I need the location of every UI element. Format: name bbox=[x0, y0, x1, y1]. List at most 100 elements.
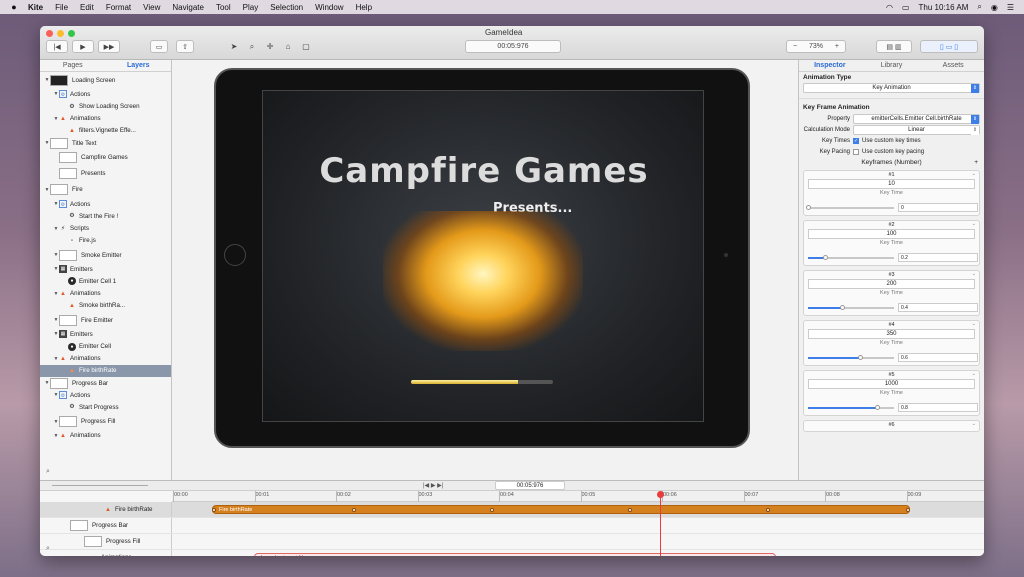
rewind-button[interactable]: |◀ bbox=[46, 40, 68, 53]
zoom-tool-icon[interactable]: ⌕ bbox=[246, 40, 258, 53]
layout-toggle[interactable]: ▤ ▥ bbox=[876, 40, 912, 53]
time-ruler[interactable]: 00:00 00:01 00:02 00:03 00:04 00:05 00:06 00:07… bbox=[172, 491, 984, 502]
campfire-games-text[interactable]: Campfire Games bbox=[263, 151, 705, 191]
forward-button[interactable]: ▶▶ bbox=[98, 40, 120, 53]
keyframe-box[interactable]: #4 ⌄ 350 Key Time 0.6 bbox=[803, 320, 980, 366]
timeline-row[interactable]: Progress Bar bbox=[40, 518, 984, 534]
layer-row[interactable]: ▼ ▲ Animations bbox=[40, 288, 171, 300]
keyframe-box[interactable]: #6 ⌄ bbox=[803, 420, 980, 432]
animation-type-select[interactable]: Key Animation ⇕ bbox=[803, 83, 980, 93]
keyframe-box[interactable]: #3 ⌄ 200 Key Time 0.4 bbox=[803, 270, 980, 316]
timeline-search-icon[interactable]: ⌕ bbox=[46, 545, 50, 553]
spotlight-icon[interactable]: ⌕ bbox=[977, 2, 981, 12]
layer-row[interactable]: ▼ ▲ Animations bbox=[40, 113, 171, 125]
ipad-screen[interactable]: Campfire Games Presents... bbox=[262, 90, 704, 422]
layer-row[interactable]: ▫ Fire.js bbox=[40, 235, 171, 247]
layer-row[interactable]: ▼ Progress Bar bbox=[40, 377, 171, 389]
layer-row[interactable]: ▲ filters.Vignette Effe... bbox=[40, 125, 171, 137]
key-times-checkbox[interactable]: ✓ bbox=[853, 137, 859, 144]
battery-icon[interactable]: ▭ bbox=[902, 3, 910, 12]
layer-row[interactable]: ▼ ⚙ Actions bbox=[40, 389, 171, 401]
keyframe-value-input[interactable]: 1000 bbox=[808, 379, 975, 389]
layer-row[interactable]: ▼ ▦ Emitters bbox=[40, 263, 171, 275]
layer-row[interactable]: ▼ Title Text bbox=[40, 137, 171, 149]
keyframe-marker[interactable] bbox=[212, 507, 216, 512]
key-time-slider-knob[interactable] bbox=[874, 405, 880, 410]
menu-tool[interactable]: Tool bbox=[216, 3, 231, 12]
keyframe-value-input[interactable]: 200 bbox=[808, 279, 975, 289]
layer-row[interactable]: ▼ ▲ Animations bbox=[40, 430, 171, 442]
key-pacing-checkbox[interactable] bbox=[853, 148, 859, 155]
menu-list-icon[interactable]: ☰ bbox=[1007, 3, 1014, 12]
chevron-down-icon[interactable]: ⌄ bbox=[972, 421, 976, 427]
layer-row[interactable]: ⚙ Start the Fire ! bbox=[40, 210, 171, 222]
chevron-down-icon[interactable]: ⌄ bbox=[972, 321, 976, 327]
menu-format[interactable]: Format bbox=[106, 3, 131, 12]
layer-row[interactable]: ▼ Fire bbox=[40, 182, 171, 198]
menu-help[interactable]: Help bbox=[356, 3, 372, 12]
tab-assets[interactable]: Assets bbox=[922, 60, 984, 71]
keyframe-box[interactable]: #1 ⌄ 10 Key Time 0 bbox=[803, 170, 980, 216]
layer-row[interactable]: ⚙ Show Loading Screen bbox=[40, 100, 171, 112]
chevron-down-icon[interactable]: ⌄ bbox=[972, 171, 976, 177]
keyframe-value-input[interactable]: 10 bbox=[808, 179, 975, 189]
keyframe-marker[interactable] bbox=[628, 507, 632, 512]
menu-play[interactable]: Play bbox=[243, 3, 259, 12]
key-time-slider[interactable] bbox=[806, 205, 894, 210]
layer-row[interactable]: ● Emitter Cell bbox=[40, 340, 171, 352]
layer-row[interactable]: ▼ ⚙ Actions bbox=[40, 198, 171, 210]
animation-track[interactable]: Fire birthRate bbox=[212, 505, 910, 514]
layer-row[interactable]: ▼ Fire Emitter bbox=[40, 312, 171, 328]
layer-row[interactable]: ▲ Fire birthRate bbox=[40, 364, 171, 377]
search-icon[interactable]: ⌕ bbox=[46, 468, 50, 476]
menu-edit[interactable]: Edit bbox=[80, 3, 94, 12]
calc-mode-select[interactable]: Linear ⇕ bbox=[853, 124, 980, 135]
key-time-slider-knob[interactable] bbox=[840, 305, 846, 310]
property-select[interactable]: emitterCells.Emitter Cell.birthRate ⇕ bbox=[853, 113, 980, 124]
layer-row[interactable]: Presents bbox=[40, 166, 171, 182]
layer-row[interactable]: ▼ ▲ Animations bbox=[40, 353, 171, 365]
layer-row[interactable]: ▼ ⚙ Actions bbox=[40, 88, 171, 100]
add-keyframe-button[interactable]: + bbox=[974, 157, 978, 169]
menu-file[interactable]: File bbox=[55, 3, 68, 12]
close-button[interactable] bbox=[46, 30, 53, 37]
tab-library[interactable]: Library bbox=[861, 60, 923, 71]
zoom-control[interactable]: − 73% + bbox=[786, 40, 846, 53]
layer-row[interactable]: ⚙ Start Progress bbox=[40, 401, 171, 413]
timeline-row[interactable]: ▲Animations bounds.size.width bbox=[40, 550, 984, 556]
tab-pages[interactable]: Pages bbox=[40, 60, 106, 71]
key-time-slider[interactable] bbox=[808, 305, 894, 310]
wifi-icon[interactable]: ◠ bbox=[886, 3, 893, 12]
menu-view[interactable]: View bbox=[143, 3, 160, 12]
panel-toggle[interactable]: ▯ ▭ ▯ bbox=[920, 40, 978, 53]
keyframe-value-input[interactable]: 350 bbox=[808, 329, 975, 339]
move-tool-icon[interactable]: ✛ bbox=[264, 40, 276, 53]
animation-track[interactable]: bounds.size.width bbox=[254, 553, 776, 556]
keyframe-marker[interactable] bbox=[352, 507, 356, 512]
menu-window[interactable]: Window bbox=[315, 3, 343, 12]
frame-tool-icon[interactable]: ▢ bbox=[300, 40, 312, 53]
layer-row[interactable]: Campfire Games bbox=[40, 149, 171, 165]
chevron-down-icon[interactable]: ⌄ bbox=[972, 221, 976, 227]
canvas-icon[interactable]: ▭ bbox=[150, 40, 168, 53]
minimize-button[interactable] bbox=[57, 30, 64, 37]
key-time-slider[interactable] bbox=[808, 255, 894, 260]
layer-row[interactable]: ● Emitter Cell 1 bbox=[40, 275, 171, 287]
keyframe-marker[interactable] bbox=[906, 507, 910, 512]
layer-row[interactable]: ▲ Smoke birthRa... bbox=[40, 300, 171, 312]
key-time-input[interactable]: 0.2 bbox=[898, 253, 978, 262]
timeline-row[interactable]: ▲ Fire birthRate Fire birthRate bbox=[40, 502, 984, 518]
chevron-down-icon[interactable]: ⌄ bbox=[972, 271, 976, 277]
keyframe-value-input[interactable]: 100 bbox=[808, 229, 975, 239]
key-time-input[interactable]: 0.4 bbox=[898, 303, 978, 312]
tab-inspector[interactable]: Inspector bbox=[799, 60, 861, 71]
fire-emitter[interactable] bbox=[383, 211, 583, 351]
clock[interactable]: Thu 10:16 AM bbox=[919, 3, 969, 12]
select-tool-icon[interactable]: ➤ bbox=[228, 40, 240, 53]
share-icon[interactable]: ⇧ bbox=[176, 40, 194, 53]
key-time-slider[interactable] bbox=[808, 405, 894, 410]
key-time-slider-knob[interactable] bbox=[806, 205, 811, 210]
menu-navigate[interactable]: Navigate bbox=[172, 3, 204, 12]
play-button[interactable]: ▶ bbox=[72, 40, 94, 53]
layer-row[interactable]: ▼ ▦ Emitters bbox=[40, 328, 171, 340]
